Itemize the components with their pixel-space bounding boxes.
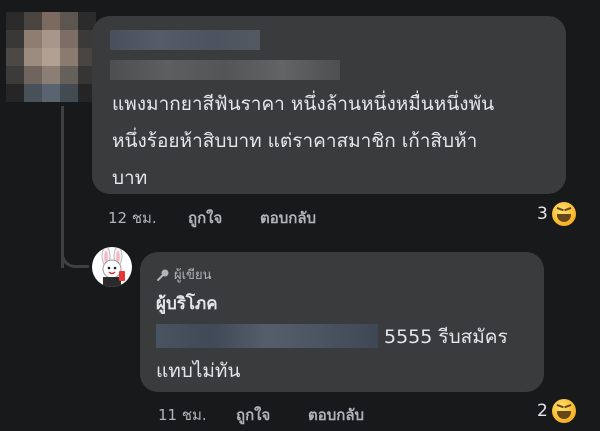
- reply-text-line: แทบไม่ทัน: [156, 360, 241, 382]
- microphone-icon: [157, 269, 169, 281]
- reply-button[interactable]: ตอบกลับ: [308, 403, 364, 427]
- reply-timestamp[interactable]: 11 ชม.: [158, 403, 207, 427]
- thread-connector: [61, 236, 89, 268]
- commenter-name-censored[interactable]: [110, 30, 260, 50]
- reply-bubble[interactable]: ผู้เขียน ผู้บริโภค 5555 รีบสมัคร แทบไม่ท…: [140, 252, 544, 392]
- reply-button[interactable]: ตอบกลับ: [260, 206, 316, 230]
- reply-text-line: 5555 รีบสมัคร: [156, 322, 536, 352]
- comment-text: แพงมากยาสีฟันราคา หนึ่งล้านหนึ่งหมื่นหนึ…: [112, 86, 552, 197]
- reaction-count: 3: [537, 204, 548, 224]
- haha-emoji-icon: [551, 202, 576, 226]
- comment-text-line: บาท: [112, 167, 148, 189]
- commenter-subtitle-censored: [110, 60, 340, 80]
- commenter-avatar[interactable]: [6, 12, 96, 102]
- comment-bubble[interactable]: แพงมากยาสีฟันราคา หนึ่งล้านหนึ่งหมื่นหนึ…: [92, 16, 566, 194]
- haha-emoji-icon: [551, 399, 576, 423]
- reply-text-visible: 5555 รีบสมัคร: [384, 326, 508, 348]
- author-badge-label: ผู้เขียน: [174, 268, 212, 283]
- author-avatar[interactable]: [92, 247, 132, 287]
- like-button[interactable]: ถูกใจ: [188, 206, 222, 230]
- comment-actions: 12 ชม. ถูกใจ ตอบกลับ: [0, 206, 600, 228]
- comment-timestamp[interactable]: 12 ชม.: [108, 206, 157, 230]
- reply-actions: 11 ชม. ถูกใจ ตอบกลับ: [0, 403, 600, 425]
- author-badge: ผู้เขียน: [156, 264, 211, 285]
- reply-reactions[interactable]: 2: [537, 399, 576, 423]
- comment-reactions[interactable]: 3: [537, 202, 576, 226]
- comment-text-line: แพงมากยาสีฟันราคา หนึ่งล้านหนึ่งหมื่นหนึ…: [112, 93, 495, 115]
- reply-author-name[interactable]: ผู้บริโภค: [156, 290, 218, 317]
- comment-text-line: หนึ่งร้อยห้าสิบบาท แต่ราคาสมาชิก เก้าสิบ…: [112, 130, 478, 152]
- like-button[interactable]: ถูกใจ: [236, 403, 270, 427]
- reply-text-censored: [156, 324, 378, 348]
- reaction-count: 2: [537, 401, 548, 421]
